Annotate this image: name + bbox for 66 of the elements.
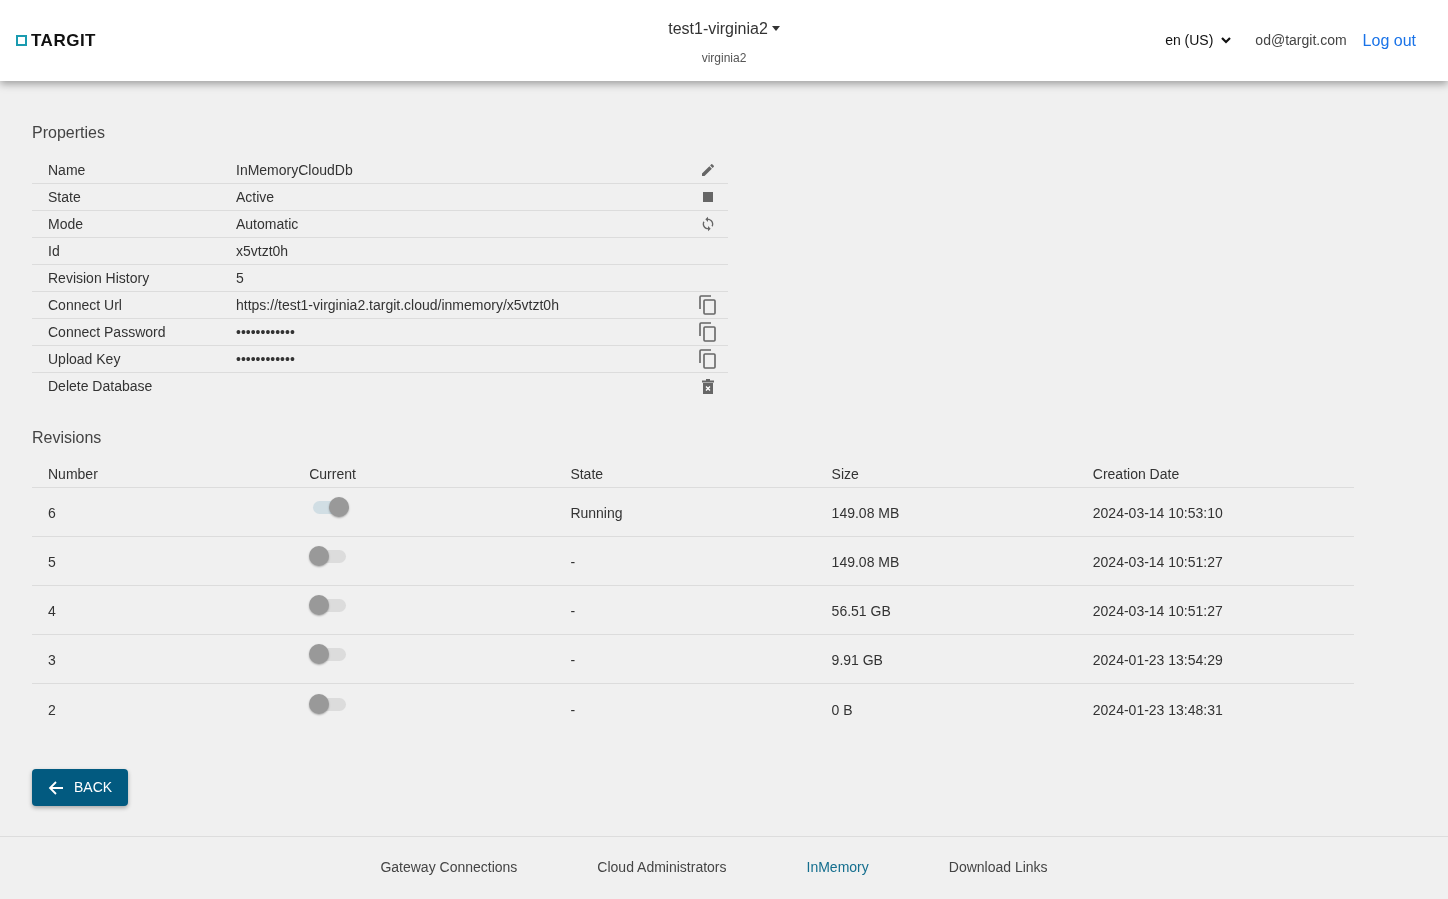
property-value: •••••••••••• xyxy=(236,322,296,342)
copy-icon xyxy=(699,295,717,315)
table-cell-text: 9.91 GB xyxy=(831,651,884,670)
copy-icon xyxy=(699,349,717,369)
property-value: https://test1-virginia2.targit.cloud/inmemory/x5vtzt0h xyxy=(236,295,560,315)
column-header: Current xyxy=(309,465,357,484)
table-cell-text: 0 B xyxy=(831,700,854,720)
property-label: Revision History xyxy=(48,268,151,288)
copy-icon xyxy=(699,322,717,342)
table-cell-text: 2 xyxy=(48,700,57,720)
property-value: Automatic xyxy=(236,214,300,234)
property-value: •••••••••••• xyxy=(236,349,296,369)
arrow-left-icon xyxy=(48,779,64,796)
section-title: Revisions xyxy=(32,428,103,448)
table-cell-text: 2024-03-14 10:53:10 xyxy=(1092,504,1224,523)
footer-link[interactable]: Cloud Administrators xyxy=(597,856,727,878)
caret-icon xyxy=(771,26,780,31)
tenant-dropdown[interactable]: test1-virginia2 xyxy=(668,16,780,41)
column-header: Size xyxy=(831,465,860,484)
chevron-down-icon xyxy=(1221,37,1232,44)
footer-link[interactable]: Download Links xyxy=(948,856,1048,878)
back-button[interactable]: BACK xyxy=(32,769,129,806)
property-label: Delete Database xyxy=(48,377,154,396)
sync-icon xyxy=(700,216,716,232)
section-title: Properties xyxy=(32,123,106,143)
table-cell-text: - xyxy=(570,651,577,670)
property-label: Mode xyxy=(48,214,85,234)
column-header: State xyxy=(570,465,605,484)
stop-icon xyxy=(703,192,713,202)
table-cell-text: 2024-01-23 13:48:31 xyxy=(1092,700,1224,720)
property-label: Upload Key xyxy=(48,349,122,369)
table-cell-text: 5 xyxy=(48,553,57,572)
delete-icon xyxy=(702,379,714,394)
logo-text: TARGIT xyxy=(31,29,96,52)
logo-square-icon xyxy=(16,35,27,46)
property-label: State xyxy=(48,187,82,207)
footer-link[interactable]: Gateway Connections xyxy=(380,856,518,878)
table-cell-text: 56.51 GB xyxy=(831,602,892,621)
edit-icon xyxy=(700,162,716,178)
footer-link[interactable]: InMemory xyxy=(806,856,869,878)
property-value: x5vtzt0h xyxy=(236,241,290,261)
table-cell-text: - xyxy=(570,700,577,720)
language-dropdown[interactable]: en (US) xyxy=(1165,30,1232,51)
property-label: Connect Password xyxy=(48,322,167,342)
table-cell-text: - xyxy=(570,553,577,572)
property-value: 5 xyxy=(236,268,245,288)
table-cell-text: 149.08 MB xyxy=(831,553,901,572)
table-cell-text: 3 xyxy=(48,651,57,670)
column-header: Creation Date xyxy=(1092,465,1181,484)
table-cell-text: 2024-03-14 10:51:27 xyxy=(1092,602,1224,621)
column-header: Number xyxy=(48,465,99,484)
table-cell-text: Running xyxy=(570,504,624,523)
table-cell-text: 149.08 MB xyxy=(831,504,901,523)
user-email: od@targit.com xyxy=(1255,31,1347,50)
table-cell-text: 4 xyxy=(48,602,57,621)
table-cell-text: 2024-03-14 10:51:27 xyxy=(1092,553,1224,572)
property-value: InMemoryCloudDb xyxy=(236,160,354,180)
table-cell-text: 2024-01-23 13:54:29 xyxy=(1092,651,1224,670)
table-cell-text: 6 xyxy=(48,504,57,523)
property-label: Connect Url xyxy=(48,295,123,315)
property-label: Id xyxy=(48,241,61,261)
table-cell-text: - xyxy=(570,602,577,621)
region-label: virginia2 xyxy=(701,49,747,67)
property-label: Name xyxy=(48,160,87,180)
logout-link[interactable]: Log out xyxy=(1362,28,1416,53)
property-value: Active xyxy=(236,187,276,207)
